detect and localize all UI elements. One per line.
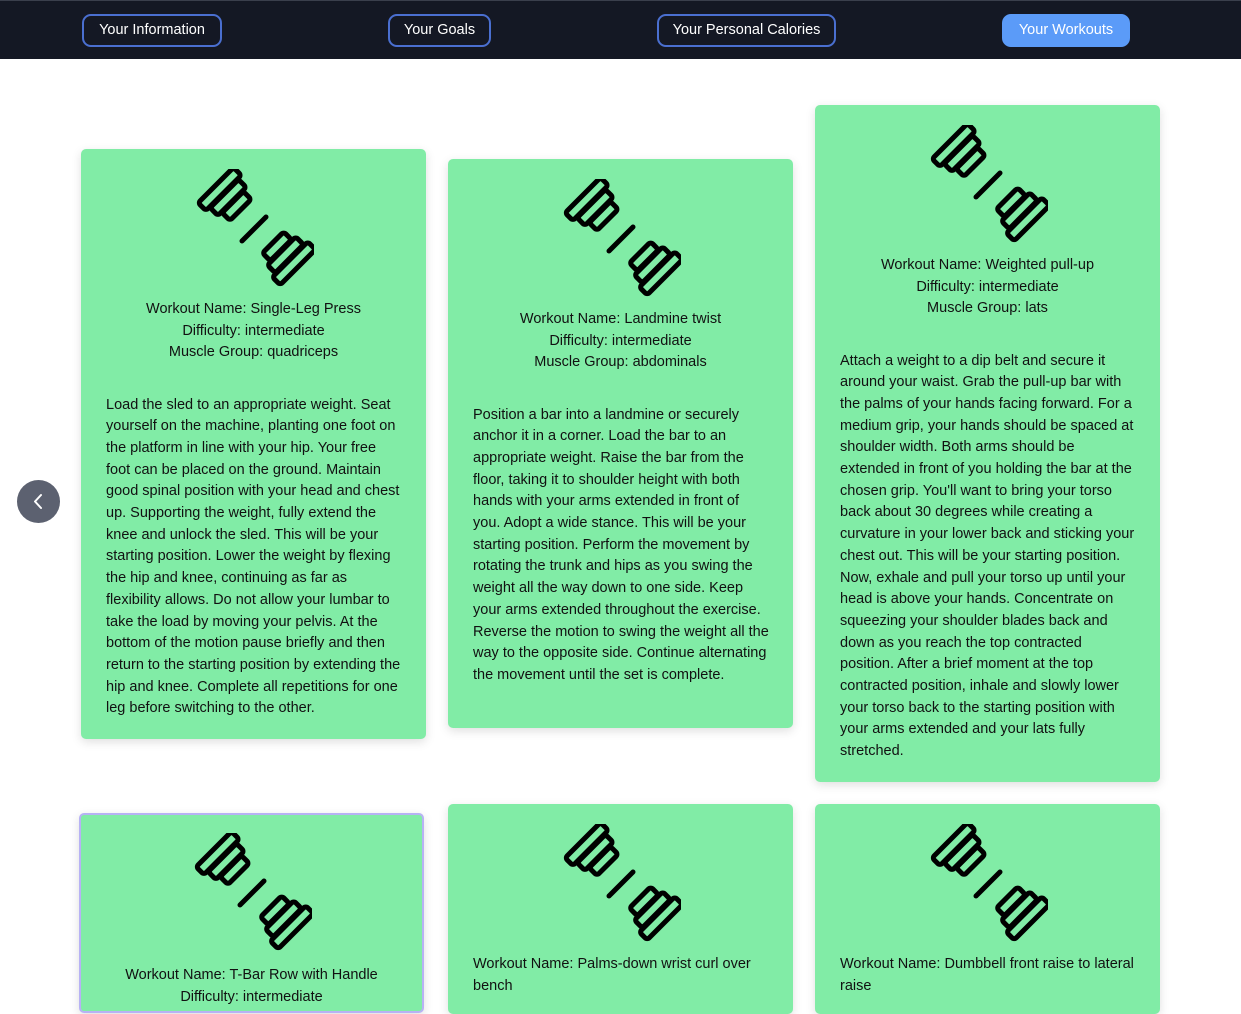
workout-muscle-group: Muscle Group: abdominals <box>534 354 707 370</box>
workout-difficulty: Difficulty: intermediate <box>180 988 323 1005</box>
nav-your-workouts-button[interactable]: Your Workouts <box>1002 14 1130 47</box>
dumbbell-icon <box>563 179 681 297</box>
dumbbell-icon <box>930 824 1048 942</box>
workout-name: Workout Name: Dumbbell front raise to la… <box>840 956 1134 994</box>
workout-card[interactable]: Workout Name: Landmine twist Difficulty:… <box>448 159 793 728</box>
workout-difficulty: Difficulty: intermediate <box>916 278 1059 295</box>
nav-your-information-button[interactable]: Your Information <box>82 14 222 47</box>
dumbbell-icon <box>194 833 312 951</box>
workout-card[interactable]: Workout Name: Palms-down wrist curl over… <box>448 804 793 1014</box>
workout-name: Workout Name: Weighted pull-up <box>880 257 1095 273</box>
dumbbell-icon <box>196 169 314 287</box>
workout-instructions: Load the sled to an appropriate weight. … <box>106 396 401 717</box>
workout-muscle-group: Muscle Group: quadriceps <box>168 344 339 360</box>
workout-name: Workout Name: T-Bar Row with Handle <box>125 967 378 983</box>
carousel-prev-button[interactable] <box>17 480 60 523</box>
workout-name: Workout Name: Landmine twist <box>519 311 722 327</box>
workout-difficulty: Difficulty: intermediate <box>549 332 692 349</box>
top-navbar: Your Information Your Goals Your Persona… <box>0 0 1241 59</box>
workout-instructions: Position a bar into a landmine or secure… <box>473 406 769 683</box>
dumbbell-icon <box>563 824 681 942</box>
workout-card[interactable]: Workout Name: Dumbbell front raise to la… <box>815 804 1160 1014</box>
dumbbell-icon <box>930 125 1048 243</box>
workout-name: Workout Name: Single-Leg Press <box>146 301 361 317</box>
workout-card-selected[interactable]: Workout Name: T-Bar Row with Handle Diff… <box>79 813 424 1013</box>
workout-card[interactable]: Workout Name: Weighted pull-up Difficult… <box>815 105 1160 782</box>
chevron-left-icon <box>34 494 42 509</box>
nav-your-personal-calories-button[interactable]: Your Personal Calories <box>657 14 836 47</box>
workout-card[interactable]: Workout Name: Single-Leg Press Difficult… <box>81 149 426 739</box>
nav-your-goals-button[interactable]: Your Goals <box>388 14 491 47</box>
workout-muscle-group: Muscle Group: lats <box>927 300 1048 316</box>
workout-difficulty: Difficulty: intermediate <box>182 322 325 339</box>
workout-name: Workout Name: Palms-down wrist curl over… <box>473 956 751 994</box>
workout-instructions: Attach a weight to a dip belt and secure… <box>840 352 1135 760</box>
